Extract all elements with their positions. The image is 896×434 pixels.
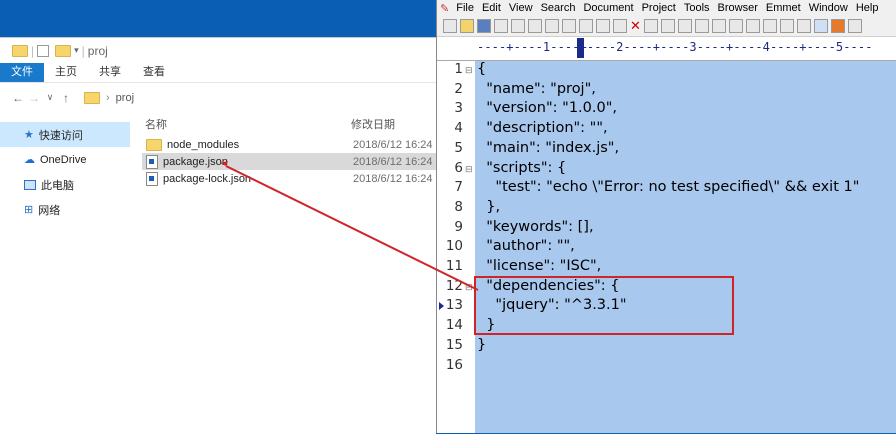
annotation-arrow-head	[220, 161, 228, 166]
annotation-arrow-line	[225, 165, 479, 291]
annotation-arrow	[220, 161, 479, 291]
